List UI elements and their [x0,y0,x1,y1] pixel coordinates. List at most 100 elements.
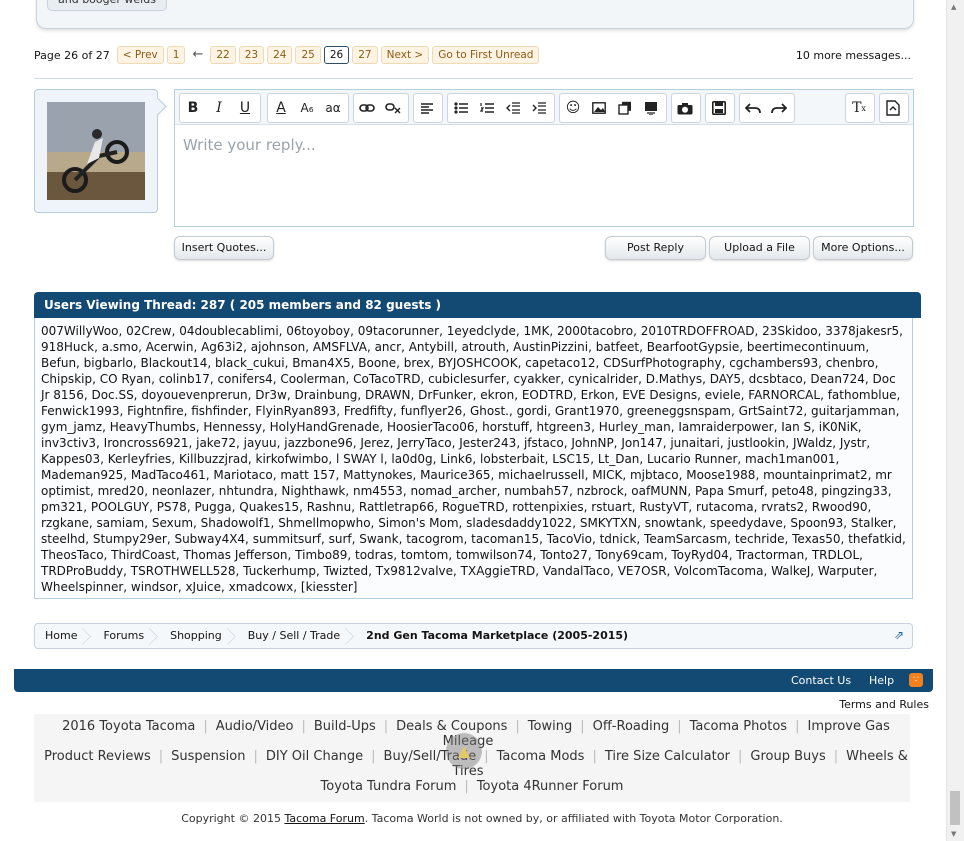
media-group: ☺ [559,93,667,123]
seo-link[interactable]: Product Reviews [36,749,159,764]
link-icon[interactable] [354,95,380,121]
seo-link[interactable]: Audio/Video [208,719,302,734]
seo-link[interactable]: Suspension [163,749,253,764]
avatar-frame [34,89,158,213]
page-skip-arrow[interactable]: ← [188,47,207,63]
italic-icon[interactable]: I [206,95,232,121]
seo-link[interactable]: Tire Size Calculator [597,749,738,764]
align-icon[interactable] [414,95,440,121]
remove-format-icon[interactable]: Tx [846,95,872,121]
history-group [739,93,795,123]
users-viewing-header: Users Viewing Thread: 287 ( 205 members … [34,292,921,318]
contact-us-link[interactable]: Contact Us [791,674,851,687]
list-group [447,93,555,123]
page-link-1[interactable]: 1 [166,46,186,64]
motorcycle-wheelie-image [47,102,145,200]
unlink-icon[interactable] [380,95,406,121]
seo-link[interactable]: 2016 Toyota Tacoma [54,719,203,734]
reply-textarea[interactable]: Write your reply... [183,136,316,154]
seo-link[interactable]: Toyota Tundra Forum [313,779,465,794]
scrollbar-thumb[interactable] [950,791,960,825]
smilies-icon[interactable]: ☺ [560,95,586,121]
page-navigation: Page 26 of 27 < Prev 1 ← 22 23 24 25 26 … [34,46,540,64]
underline-icon[interactable]: U [232,95,258,121]
next-page-link[interactable]: Next > [380,46,430,64]
scroll-up-arrow-icon[interactable]: ▲ [951,3,956,11]
users-viewing-list[interactable]: 007WillyWoo, 02Crew, 04doublecablimi, 06… [34,318,913,599]
tacoma-forum-link[interactable]: Tacoma Forum [284,812,364,825]
format-group: Tx [845,93,875,123]
outdent-icon[interactable] [500,95,526,121]
font-group: A A₆ aα [267,93,349,123]
seo-link[interactable]: Build-Ups [306,719,384,734]
bullet-list-icon[interactable] [448,95,474,121]
editor-toolbar: B I U A A₆ aα ☺ T x [175,90,913,125]
footer-bar: Contact Us Help ∵ [14,669,933,692]
page-link-22[interactable]: 22 [210,46,236,64]
seo-link[interactable]: Towing [520,719,580,734]
seo-link[interactable]: Off-Roading [585,719,678,734]
breadcrumb-forums[interactable]: Forums [93,624,160,648]
insert-quotes-button[interactable]: Insert Quotes... [174,236,274,260]
font-color-icon[interactable]: A [268,95,294,121]
rss-icon[interactable]: ∵ [909,673,923,687]
seo-link[interactable]: Tacoma Mods [489,749,593,764]
toggle-bbcode-icon[interactable] [880,95,906,121]
bbcode-group [879,93,909,123]
page-link-27[interactable]: 27 [352,46,378,64]
text-style-group: B I U [179,93,261,123]
image-icon[interactable] [586,95,612,121]
help-link[interactable]: Help [869,674,894,687]
seo-link[interactable]: Toyota 4Runner Forum [469,779,632,794]
breadcrumb: Home Forums Shopping Buy / Sell / Trade … [34,623,913,649]
font-family-icon[interactable]: aα [320,95,346,121]
numbered-list-icon[interactable] [474,95,500,121]
breadcrumb-buy-sell-trade[interactable]: Buy / Sell / Trade [238,624,356,648]
current-page: 26 [323,46,350,64]
seo-link[interactable]: Group Buys [742,749,833,764]
copyright-suffix: . Tacoma World is not owned by, or affil… [364,812,783,825]
page-content: and booger welds Page 26 of 27 < Prev 1 … [14,0,933,841]
media-icon[interactable] [612,95,638,121]
avatar[interactable] [47,102,145,200]
link-group [353,93,409,123]
scroll-down-arrow-icon[interactable]: ▼ [951,830,956,838]
page-link-24[interactable]: 24 [267,46,293,64]
first-unread-link[interactable]: Go to First Unread [432,46,540,64]
more-messages-link[interactable]: 10 more messages... [796,49,911,62]
seo-row-3: Toyota Tundra Forum | Toyota 4Runner Forum [34,779,910,794]
insert-icon[interactable] [638,95,664,121]
more-options-button[interactable]: More Options... [813,236,913,260]
scrollbar[interactable]: ▲ ▼ [946,0,964,841]
terms-link[interactable]: Terms and Rules [839,698,929,711]
align-group [413,93,443,123]
page-count-label: Page 26 of 27 [34,48,110,62]
bold-icon[interactable]: B [180,95,206,121]
breadcrumb-shopping[interactable]: Shopping [160,624,238,648]
seo-link[interactable]: Deals & Coupons [388,719,515,734]
save-draft-icon[interactable] [706,95,732,121]
breadcrumb-home[interactable]: Home [35,624,93,648]
camera-icon[interactable] [672,95,698,121]
seo-link[interactable]: Tacoma Photos [682,719,795,734]
prev-page-link[interactable]: < Prev [116,46,164,64]
page-link-25[interactable]: 25 [295,46,321,64]
breadcrumb-current[interactable]: 2nd Gen Tacoma Marketplace (2005-2015) [356,624,644,648]
undo-icon[interactable] [740,95,766,121]
previous-post-tail: and booger welds [36,0,914,29]
upload-file-button[interactable]: Upload a File [709,236,810,260]
draft-group [705,93,735,123]
page-link-23[interactable]: 23 [238,46,265,64]
redo-icon[interactable] [766,95,792,121]
post-reply-button[interactable]: Post Reply [605,236,706,260]
previous-post-chip: and booger welds [47,0,167,11]
scroll-to-top-button[interactable]: ▲ [446,733,482,769]
seo-link[interactable]: DIY Oil Change [258,749,371,764]
reply-editor: B I U A A₆ aα ☺ T x Write your reply... [174,89,914,227]
camera-group [671,93,701,123]
indent-icon[interactable] [526,95,552,121]
divider [34,78,913,79]
jump-to-icon[interactable]: ⇗ [894,629,906,641]
font-size-icon[interactable]: A₆ [294,95,320,121]
copyright-prefix: Copyright © 2015 [181,812,285,825]
